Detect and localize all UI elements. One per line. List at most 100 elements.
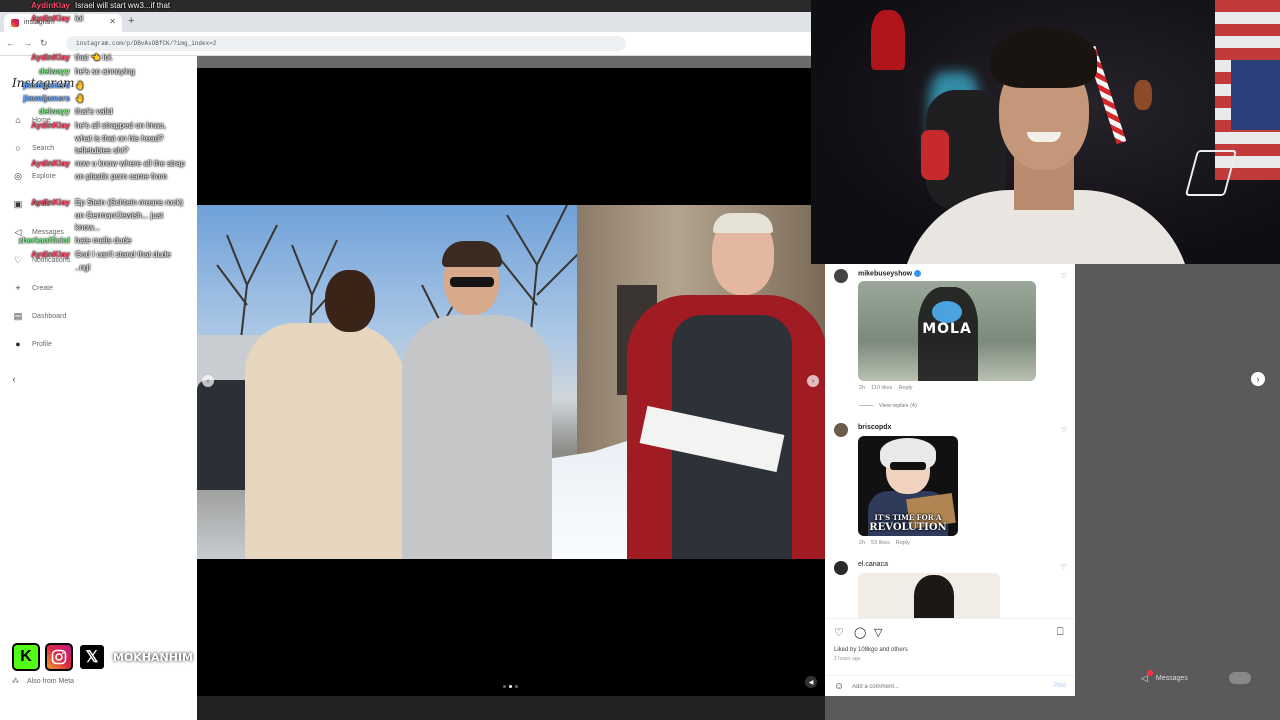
chat-text: Israel will start ww3...if that	[75, 1, 171, 10]
chat-username[interactable]: jimmijamers	[23, 80, 70, 93]
kick-logo-icon: K	[12, 643, 40, 671]
carousel-prev-button[interactable]: ‹	[202, 375, 214, 387]
video-frame	[197, 205, 825, 559]
chat-text: that 👈 lol.	[75, 53, 113, 62]
avatar: ●	[15, 339, 21, 349]
chat-username[interactable]: delwayy	[39, 66, 70, 79]
chat-message: AydinKlay that 👈 lol.	[0, 52, 180, 65]
comment-gif-revolution: IT'S TIME FOR A REVOLUTION	[858, 436, 958, 536]
verified-badge-icon	[914, 270, 922, 277]
comment-gif-mola: MOLA	[858, 281, 1036, 381]
comment-meta: 2h 53 likes Reply	[859, 540, 916, 546]
post-media[interactable]: ‹ › ◀	[197, 68, 825, 696]
like-comment-heart-icon[interactable]: ♡	[1061, 563, 1067, 571]
dashboard-icon: ▤	[13, 310, 23, 321]
sunglasses	[890, 462, 926, 470]
chat-message: AydinKlay lol	[0, 13, 180, 26]
chat-username[interactable]: AydinKlay	[31, 249, 70, 262]
christmas-stocking	[921, 130, 949, 180]
reply-button[interactable]: Reply	[896, 540, 910, 546]
chat-text: he's all strapped on lmao, what is that …	[75, 121, 166, 155]
chat-text: now u know where all the strap on plasti…	[75, 159, 185, 181]
post-actions: ♡ ◯ ▽ ⎕ Liked by 108kgo and others 2 hou…	[825, 618, 1075, 696]
reply-button[interactable]: Reply	[898, 385, 912, 391]
chat-overlay: AydinKlay Israel will start ww3...if that…	[0, 0, 197, 280]
sidebar-item-label: Profile	[32, 340, 52, 348]
comment-time: 2h	[859, 540, 866, 546]
sidebar-item-label: Dashboard	[32, 312, 67, 320]
view-replies-label: View replies (4)	[879, 403, 917, 409]
avatar[interactable]	[834, 423, 848, 437]
chat-text: God I can't stand that dude ..ngl	[75, 250, 171, 272]
red-bow-decoration	[871, 10, 905, 70]
comment-input[interactable]	[852, 680, 1032, 694]
sidebar-item-dashboard[interactable]: ▤ Dashboard	[12, 309, 67, 323]
also-from-meta-label: Also from Meta	[27, 678, 75, 685]
comment-icon[interactable]: ◯	[854, 626, 866, 639]
messages-pill[interactable]: ◁ Messages	[1131, 667, 1257, 689]
chat-username[interactable]: AydinKlay	[31, 52, 70, 65]
comment-image	[858, 573, 1000, 619]
gif-caption: MOLA	[922, 321, 972, 337]
chat-username[interactable]: AydinKlay	[31, 197, 70, 210]
chat-username[interactable]: zherkaofficiol	[18, 235, 70, 248]
comment: mikebuseyshow ♡ MOLA 2h 110 likes Reply Vi…	[825, 264, 1075, 416]
sidebar-item-profile[interactable]: ● Profile	[12, 337, 52, 351]
streamer-smile	[1027, 132, 1061, 142]
bookmark-icon[interactable]: ⎕	[1057, 626, 1064, 639]
carousel-dots	[503, 685, 518, 688]
chat-text: Ep Stein (Schtein means rock) on German/…	[75, 198, 184, 232]
lightbox-prev-button[interactable]: ‹	[7, 372, 21, 386]
instagram-glyph-icon	[51, 649, 67, 665]
avatar[interactable]	[834, 561, 848, 575]
messages-label: Messages	[1155, 674, 1188, 682]
x-logo-icon: 𝕏	[78, 643, 106, 671]
person-head	[914, 575, 954, 619]
view-replies-link[interactable]: View replies (4)	[859, 403, 917, 409]
chat-username[interactable]: AydinKlay	[31, 0, 70, 13]
liked-by-text[interactable]: Liked by 108kgo and others	[834, 647, 908, 653]
comment: briscopdx ♡ IT'S TIME FOR A REVOLUTION 2…	[825, 419, 1075, 554]
comment-likes[interactable]: 110 likes	[871, 385, 892, 391]
gif-caption: IT'S TIME FOR A REVOLUTION	[858, 513, 958, 533]
chat-text: lol	[75, 14, 84, 23]
chat-username[interactable]: delwayy	[39, 106, 70, 119]
chat-message: delwayy he's so annoying	[0, 66, 180, 79]
gingerbread-ornament	[1134, 80, 1152, 110]
comment-likes[interactable]: 53 likes	[871, 540, 890, 546]
meta-icon: ⁂	[12, 678, 19, 685]
sidebar-item-create[interactable]: + Create	[12, 281, 53, 295]
chat-username[interactable]: AydinKlay	[31, 13, 70, 26]
chat-username[interactable]: AydinKlay	[31, 158, 70, 171]
also-from-meta-link[interactable]: ⁂ Also from Meta	[12, 677, 74, 685]
chat-message: AydinKlay Israel will start ww3...if that	[0, 0, 180, 13]
chat-text: that's valid	[75, 107, 113, 116]
chat-text: hate malis dude	[75, 236, 132, 245]
comment-meta: 2h 110 likes Reply	[859, 385, 919, 391]
person-right	[627, 213, 825, 559]
lightbox-next-button[interactable]: ›	[1251, 372, 1265, 386]
comment-username[interactable]: el.canaca	[858, 561, 888, 568]
social-links: K 𝕏 MOKHANHIM	[12, 643, 193, 671]
carousel-next-button[interactable]: ›	[807, 375, 819, 387]
mute-icon[interactable]: ◀	[805, 676, 817, 688]
share-icon[interactable]: ▽	[874, 626, 882, 639]
chat-username[interactable]: jimmijamers	[23, 93, 70, 106]
emoji-icon[interactable]: ☺	[834, 681, 844, 692]
carousel-dot[interactable]	[503, 685, 506, 688]
carousel-dot[interactable]	[509, 685, 512, 688]
like-comment-heart-icon[interactable]: ♡	[1061, 426, 1067, 434]
instagram-logo-icon	[45, 643, 73, 671]
post-comment-button[interactable]: Post	[1054, 683, 1066, 689]
flag-canton	[1231, 60, 1280, 130]
like-comment-heart-icon[interactable]: ♡	[1061, 272, 1067, 280]
person-middle	[402, 241, 552, 559]
like-heart-icon[interactable]: ♡	[834, 626, 844, 639]
comment-username[interactable]: briscopdx	[858, 424, 891, 431]
avatar[interactable]	[834, 269, 848, 283]
carousel-dot[interactable]	[515, 685, 518, 688]
add-comment-row: ☺ Post	[825, 675, 1075, 696]
chat-username[interactable]: AydinKlay	[31, 120, 70, 133]
comment-username[interactable]: mikebuseyshow	[858, 270, 922, 277]
comment-time: 2h	[859, 385, 866, 391]
